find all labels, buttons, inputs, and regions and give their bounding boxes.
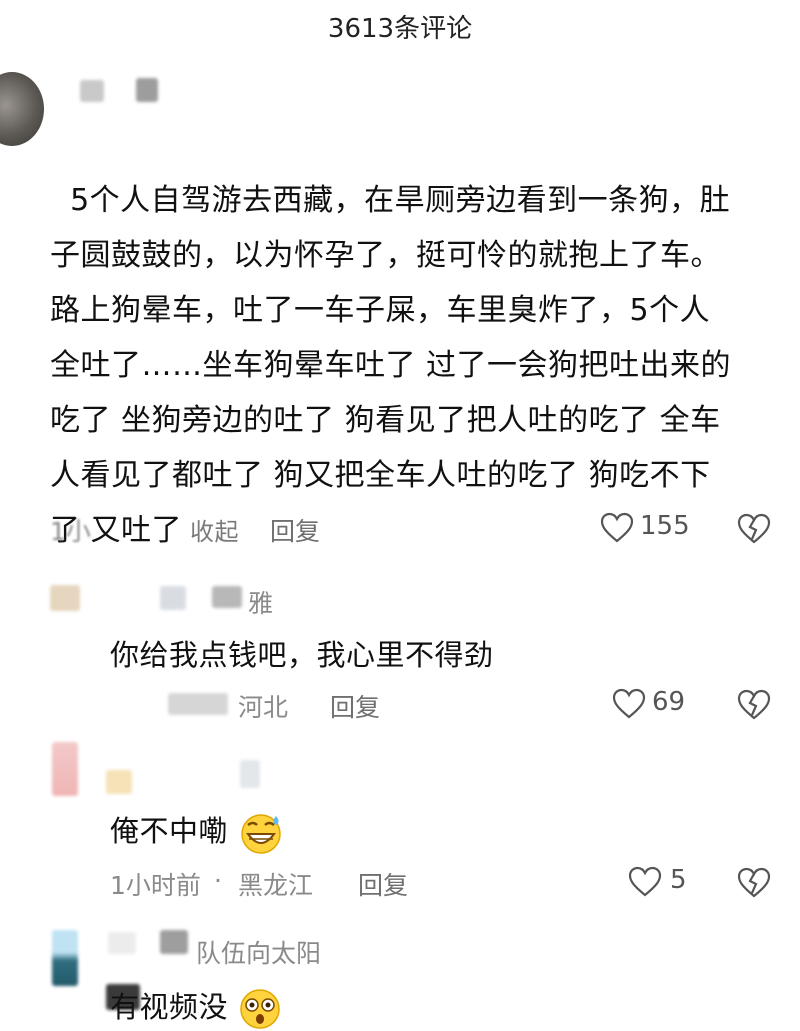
username-blur xyxy=(160,930,188,954)
heart-outline-icon xyxy=(600,512,634,543)
like-count: 69 xyxy=(652,687,686,717)
like-count: 155 xyxy=(640,511,690,541)
comment-body: 5个人自驾游去西藏，在旱厕旁边看到一条狗，肚 子圆鼓鼓的，以为怀孕了，挺可怜的就… xyxy=(50,183,732,548)
username-blur xyxy=(240,760,260,788)
like-count: 5 xyxy=(670,865,687,895)
broken-heart-icon[interactable] xyxy=(737,689,771,721)
reply-avatar[interactable] xyxy=(52,742,78,796)
username-blur xyxy=(212,586,242,608)
reply-text-content: 有视频没 xyxy=(110,990,229,1024)
heart-outline-icon xyxy=(628,866,662,897)
reply-text-content: 俺不中嘞 xyxy=(110,814,229,848)
comment-time: 1小 xyxy=(50,517,91,546)
reply-text: 俺不中嘞 xyxy=(110,808,284,856)
reply-username[interactable]: 雅 xyxy=(248,584,273,620)
reply-button[interactable]: 回复 xyxy=(270,512,320,548)
username-blur xyxy=(106,770,132,794)
reply-time: 1小时前 xyxy=(110,871,201,900)
reply-avatar[interactable] xyxy=(52,930,78,986)
username-blur xyxy=(80,80,104,102)
like-button[interactable]: 155 xyxy=(600,510,700,550)
heart-outline-icon xyxy=(612,688,646,719)
comment-avatar[interactable] xyxy=(0,72,44,146)
broken-heart-icon[interactable] xyxy=(737,513,771,545)
meta-separator: · xyxy=(214,866,222,895)
username-blur xyxy=(108,932,136,954)
reply-location: 黑龙江 xyxy=(238,871,314,900)
reply-time-blur xyxy=(168,693,228,715)
comment-text: 5个人自驾游去西藏，在旱厕旁边看到一条狗，肚 子圆鼓鼓的，以为怀孕了，挺可怜的就… xyxy=(50,118,780,560)
username-blur xyxy=(160,586,186,610)
broken-heart-icon[interactable] xyxy=(737,867,771,899)
comments-count-title: 3613条评论 xyxy=(327,14,473,44)
astonished-emoji-icon xyxy=(239,989,280,1029)
reply-button[interactable]: 回复 xyxy=(330,688,380,724)
grin-sweat-emoji-icon xyxy=(240,814,281,854)
reply-text: 有视频没 xyxy=(110,984,282,1031)
like-button[interactable]: 5 xyxy=(628,864,698,904)
like-button[interactable]: 69 xyxy=(612,686,702,726)
reply-button[interactable]: 回复 xyxy=(358,866,408,902)
reply-text: 你给我点钱吧，我心里不得劲 xyxy=(110,638,494,672)
reply-location: 河北 xyxy=(238,693,289,722)
reply-username[interactable]: 队伍向太阳 xyxy=(196,934,321,970)
reply-avatar[interactable] xyxy=(50,585,80,611)
username-blur xyxy=(136,78,158,102)
collapse-link[interactable]: 收起 xyxy=(190,518,239,546)
